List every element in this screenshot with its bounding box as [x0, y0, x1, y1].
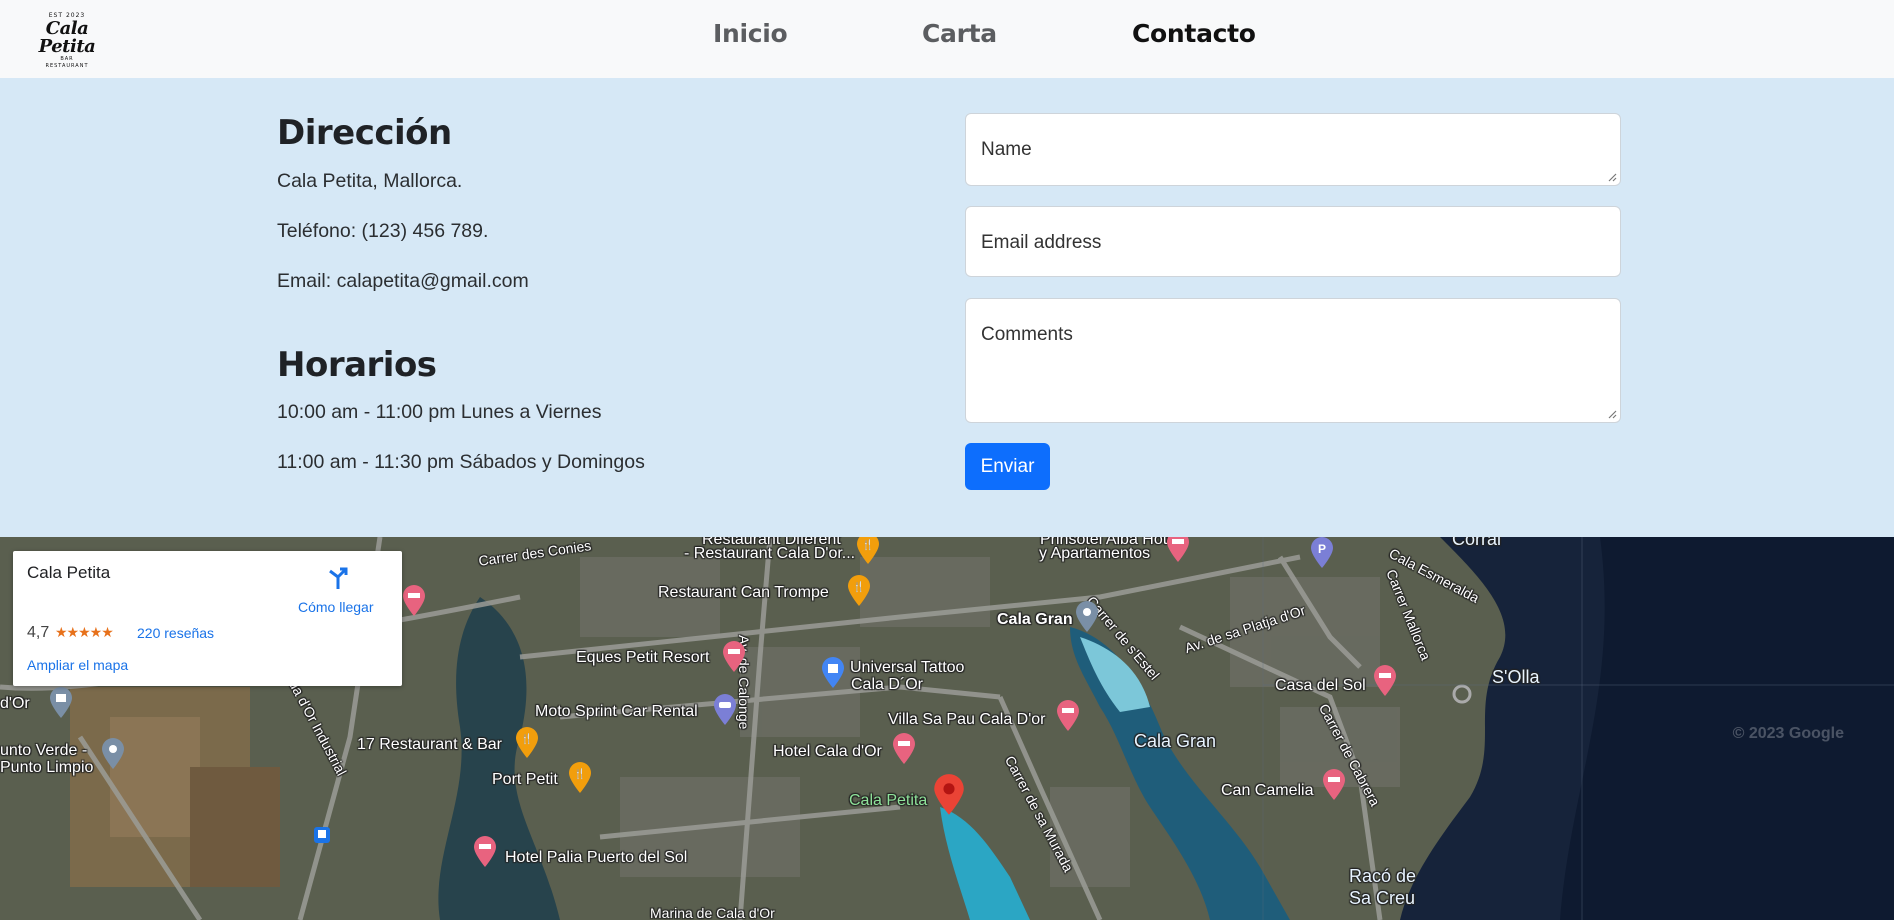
poi-label: Cala D´Or [851, 676, 924, 693]
water-label: S'Olla [1492, 667, 1540, 687]
poi-label: unto Verde - [0, 742, 88, 759]
poi-label: Port Petit [492, 771, 558, 788]
svg-text:P: P [1318, 542, 1326, 556]
map-embed[interactable]: Carrer des Conies Av. de Calonge Carrer … [0, 537, 1894, 920]
cala-petita-map-label: Cala Petita [849, 792, 928, 809]
poi-label: Universal Tattoo [850, 659, 965, 676]
map-place-card: Cala Petita Cómo llegar 4,7 ★★★★★ 220 re… [13, 551, 402, 686]
museum-pin-icon[interactable] [48, 687, 74, 719]
directions-link[interactable]: Cómo llegar [298, 599, 373, 615]
poi-label: d'Or [0, 695, 30, 712]
poi-label: Cala Gran [997, 611, 1073, 628]
svg-text:🍴: 🍴 [862, 538, 874, 551]
email-text: Email: calapetita@gmail.com [277, 270, 529, 292]
enlarge-map-link[interactable]: Ampliar el mapa [27, 657, 128, 673]
poi-label: Restaurant Can Trompe [658, 584, 829, 601]
restaurant-pin-icon[interactable]: 🍴 [846, 575, 872, 607]
poi-label: Villa Sa Pau Cala D'or [888, 711, 1046, 728]
restaurant-pin-icon[interactable]: 🍴 [567, 762, 593, 794]
place-pin-icon[interactable] [1074, 601, 1100, 633]
hours-heading: Horarios [277, 345, 437, 385]
map-copyright: © 2023 Google [1732, 725, 1844, 742]
hotel-pin-icon[interactable] [721, 641, 747, 673]
phone-text: Teléfono: (123) 456 789. [277, 220, 489, 242]
nav-inicio[interactable]: Inicio [713, 19, 788, 48]
logo-bar-text: BAR [60, 56, 74, 62]
nav-carta[interactable]: Carta [922, 19, 997, 48]
poi-label: Hotel Palia Puerto del Sol [505, 849, 688, 866]
svg-text:🍴: 🍴 [574, 767, 586, 780]
shop-pin-icon[interactable] [820, 657, 846, 689]
poi-label: Casa del Sol [1275, 677, 1366, 694]
poi-label: Hotel Cala d'Or [773, 743, 882, 760]
name-placeholder: Name [981, 139, 1032, 160]
hotel-pin-icon[interactable] [472, 836, 498, 868]
water-label: Sa Creu [1349, 888, 1416, 908]
poi-label: y Apartamentos [1039, 545, 1151, 562]
hours-weekend: 11:00 am - 11:30 pm Sábados y Domingos [277, 451, 645, 473]
logo-restaurant-text: RESTAURANT [45, 63, 89, 69]
poi-label: Moto Sprint Car Rental [535, 703, 698, 720]
svg-text:🍴: 🍴 [853, 580, 865, 593]
hotel-pin-icon[interactable] [1372, 665, 1398, 697]
hotel-pin-icon[interactable] [1165, 537, 1191, 563]
navbar: EST 2023 Cala Petita BAR RESTAURANT Inic… [0, 0, 1894, 78]
poi-label: 17 Restaurant & Bar [357, 736, 502, 753]
contact-section: Dirección Cala Petita, Mallorca. Teléfon… [0, 78, 1894, 537]
restaurant-pin-icon[interactable]: 🍴 [514, 727, 540, 759]
hotel-pin-icon[interactable] [891, 733, 917, 765]
logo-name: Cala Petita [38, 18, 96, 57]
directions-icon[interactable] [324, 563, 352, 591]
bus-stop-icon[interactable] [314, 827, 330, 843]
restaurant-pin-icon[interactable]: 🍴 [855, 537, 881, 565]
reviews-link[interactable]: 220 reseñas [137, 625, 214, 641]
hotel-pin-icon[interactable] [1055, 700, 1081, 732]
address-heading: Dirección [277, 113, 452, 153]
name-field[interactable]: Name [965, 113, 1621, 186]
rating-value: 4,7 [27, 624, 50, 641]
car-rental-pin-icon[interactable] [712, 694, 738, 726]
poi-label: Can Camelia [1221, 782, 1314, 799]
hours-weekdays: 10:00 am - 11:00 pm Lunes a Viernes [277, 401, 602, 423]
brand-logo[interactable]: EST 2023 Cala Petita BAR RESTAURANT [22, 12, 112, 69]
street-label: Marina de Cala d'Or [650, 905, 775, 920]
email-field[interactable]: Email address [965, 206, 1621, 277]
poi-label: - Restaurant Cala D'or... [684, 545, 856, 562]
comments-field[interactable]: Comments [965, 298, 1621, 423]
resize-grip-icon[interactable] [1607, 172, 1617, 182]
water-label: Corral [1452, 537, 1502, 549]
cala-petita-location-pin-icon[interactable] [933, 774, 965, 816]
parking-pin-icon[interactable]: P [1309, 537, 1335, 569]
rating-stars: ★★★★★ [55, 624, 114, 640]
resize-grip-icon[interactable] [1607, 409, 1617, 419]
svg-text:🍴: 🍴 [521, 732, 533, 745]
water-label: Racó de [1349, 866, 1417, 886]
nav-contacto[interactable]: Contacto [1132, 19, 1256, 48]
place-pin-icon[interactable] [100, 738, 126, 770]
poi-label: Eques Petit Resort [576, 649, 710, 666]
email-placeholder: Email address [981, 232, 1102, 253]
poi-label: Punto Limpio [0, 759, 94, 776]
water-label: Cala Gran [1134, 731, 1217, 751]
hotel-pin-icon[interactable] [401, 585, 427, 617]
submit-button[interactable]: Enviar [965, 443, 1050, 490]
address-text: Cala Petita, Mallorca. [277, 170, 463, 192]
place-name: Cala Petita [27, 563, 111, 582]
hotel-pin-icon[interactable] [1321, 769, 1347, 801]
comments-placeholder: Comments [981, 324, 1073, 345]
